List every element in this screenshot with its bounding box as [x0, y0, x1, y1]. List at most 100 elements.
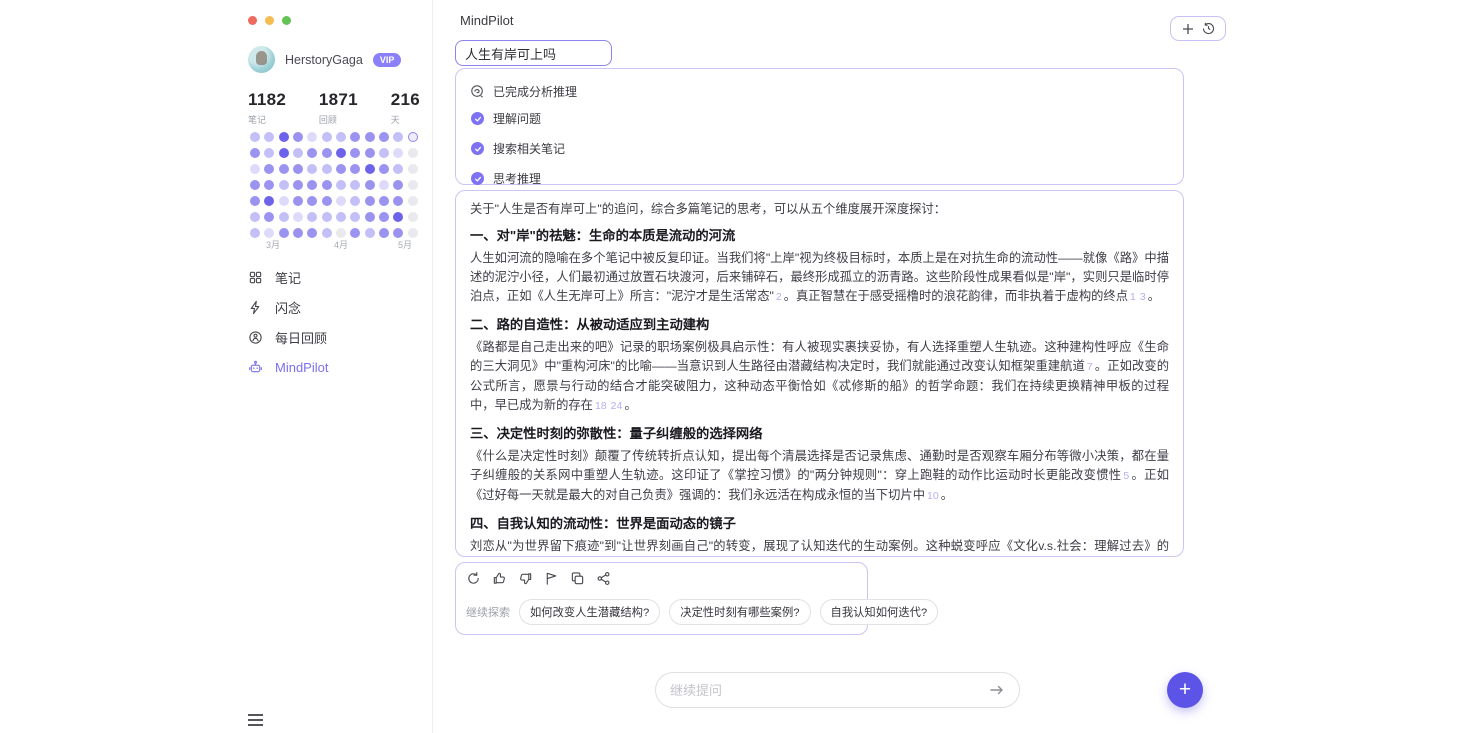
heatmap-dot[interactable]: [350, 148, 360, 158]
heatmap-dot[interactable]: [365, 228, 375, 238]
heatmap-dot[interactable]: [293, 196, 303, 206]
heatmap-dot[interactable]: [393, 180, 403, 190]
regenerate-icon[interactable]: [466, 571, 481, 586]
heatmap-dot[interactable]: [307, 212, 317, 222]
heatmap-dot[interactable]: [264, 196, 274, 206]
query-input[interactable]: [455, 40, 612, 66]
report-icon[interactable]: [544, 571, 559, 586]
share-icon[interactable]: [596, 571, 611, 586]
heatmap-dot[interactable]: [379, 164, 389, 174]
heatmap-dot[interactable]: [264, 228, 274, 238]
citation-ref[interactable]: 2: [776, 291, 782, 303]
heatmap-dot[interactable]: [264, 180, 274, 190]
heatmap-dot[interactable]: [250, 132, 260, 142]
sidebar-item-MindPilot[interactable]: MindPilot: [248, 352, 424, 382]
minimize-window-icon[interactable]: [265, 16, 274, 25]
heatmap-dot[interactable]: [293, 132, 303, 142]
heatmap-dot[interactable]: [393, 148, 403, 158]
heatmap-dot[interactable]: [379, 228, 389, 238]
zoom-window-icon[interactable]: [282, 16, 291, 25]
heatmap-dot[interactable]: [336, 212, 346, 222]
sidebar-item-笔记[interactable]: 笔记: [248, 262, 424, 292]
heatmap-dot[interactable]: [365, 164, 375, 174]
menu-icon[interactable]: [248, 711, 263, 729]
citation-ref[interactable]: 18: [595, 400, 607, 412]
citation-ref[interactable]: 7: [1087, 361, 1093, 373]
citation-ref[interactable]: 5: [1123, 470, 1129, 482]
heatmap-dot[interactable]: [350, 212, 360, 222]
heatmap-dot[interactable]: [293, 212, 303, 222]
heatmap-dot[interactable]: [379, 132, 389, 142]
heatmap-dot[interactable]: [408, 180, 418, 190]
heatmap-dot[interactable]: [408, 164, 418, 174]
heatmap-dot[interactable]: [336, 164, 346, 174]
heatmap-dot[interactable]: [393, 164, 403, 174]
heatmap-dot[interactable]: [408, 196, 418, 206]
citation-ref[interactable]: 1: [1130, 291, 1136, 303]
heatmap-dot[interactable]: [307, 196, 317, 206]
heatmap-dot[interactable]: [350, 132, 360, 142]
heatmap-dot[interactable]: [365, 148, 375, 158]
heatmap-dot[interactable]: [350, 164, 360, 174]
heatmap-dot[interactable]: [307, 148, 317, 158]
heatmap-dot[interactable]: [408, 148, 418, 158]
heatmap-dot[interactable]: [322, 196, 332, 206]
heatmap-dot[interactable]: [322, 212, 332, 222]
heatmap-dot[interactable]: [350, 196, 360, 206]
heatmap-dot[interactable]: [293, 228, 303, 238]
heatmap-dot[interactable]: [336, 132, 346, 142]
explore-chip[interactable]: 如何改变人生潜藏结构?: [519, 599, 660, 625]
new-session-button[interactable]: [1170, 16, 1226, 41]
plus-icon[interactable]: [1182, 23, 1194, 35]
heatmap-dot[interactable]: [336, 228, 346, 238]
thumbs-up-icon[interactable]: [492, 571, 507, 586]
heatmap-dot[interactable]: [307, 132, 317, 142]
heatmap-dot[interactable]: [393, 228, 403, 238]
heatmap-dot[interactable]: [393, 132, 403, 142]
heatmap-dot[interactable]: [250, 196, 260, 206]
copy-icon[interactable]: [570, 571, 585, 586]
heatmap-dot[interactable]: [350, 228, 360, 238]
heatmap-dot[interactable]: [336, 196, 346, 206]
heatmap-dot[interactable]: [293, 148, 303, 158]
heatmap-dot[interactable]: [307, 228, 317, 238]
heatmap-dot[interactable]: [264, 212, 274, 222]
heatmap-dot[interactable]: [336, 180, 346, 190]
heatmap-dot[interactable]: [293, 180, 303, 190]
citation-ref[interactable]: 24: [611, 400, 623, 412]
heatmap-dot[interactable]: [250, 212, 260, 222]
thumbs-down-icon[interactable]: [518, 571, 533, 586]
close-window-icon[interactable]: [248, 16, 257, 25]
heatmap-dot[interactable]: [250, 148, 260, 158]
heatmap-dot[interactable]: [279, 228, 289, 238]
heatmap-dot[interactable]: [279, 180, 289, 190]
heatmap-dot[interactable]: [379, 148, 389, 158]
heatmap-dot[interactable]: [322, 164, 332, 174]
heatmap-dot[interactable]: [250, 180, 260, 190]
heatmap-dot[interactable]: [264, 132, 274, 142]
citation-ref[interactable]: 3: [1140, 291, 1146, 303]
heatmap-dot[interactable]: [293, 164, 303, 174]
heatmap-dot[interactable]: [250, 228, 260, 238]
heatmap-dot[interactable]: [322, 180, 332, 190]
explore-chip[interactable]: 自我认知如何迭代?: [820, 599, 939, 625]
heatmap-dot[interactable]: [379, 196, 389, 206]
heatmap-dot[interactable]: [408, 132, 418, 142]
avatar[interactable]: [248, 46, 275, 73]
heatmap-dot[interactable]: [336, 148, 346, 158]
heatmap-dot[interactable]: [393, 196, 403, 206]
heatmap-dot[interactable]: [408, 228, 418, 238]
heatmap-dot[interactable]: [365, 196, 375, 206]
composer-input[interactable]: [670, 683, 989, 698]
heatmap-dot[interactable]: [279, 148, 289, 158]
explore-chip[interactable]: 决定性时刻有哪些案例?: [669, 599, 810, 625]
heatmap-dot[interactable]: [379, 212, 389, 222]
heatmap-dot[interactable]: [250, 164, 260, 174]
heatmap-dot[interactable]: [322, 228, 332, 238]
send-arrow-icon[interactable]: [989, 682, 1005, 698]
composer[interactable]: [655, 672, 1020, 708]
citation-ref[interactable]: 10: [927, 490, 939, 502]
heatmap-dot[interactable]: [279, 212, 289, 222]
heatmap-dot[interactable]: [322, 148, 332, 158]
heatmap-dot[interactable]: [279, 196, 289, 206]
